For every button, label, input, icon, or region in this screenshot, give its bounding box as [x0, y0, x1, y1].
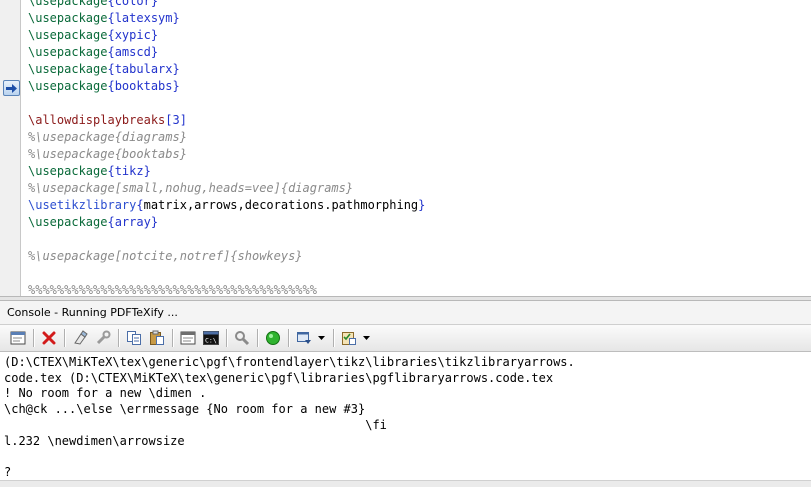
code-token: \usepackage	[28, 215, 108, 229]
code-token: \allowdisplaybreaks	[28, 113, 166, 127]
find-icon[interactable]	[232, 328, 252, 348]
code-token: \usepackage	[28, 45, 108, 59]
code-line[interactable]: %\usepackage[notcite,notref]{showkeys}	[28, 248, 303, 265]
console-line: code.tex (D:\CTEX\MiKTeX\tex\generic\pgf…	[4, 370, 554, 385]
code-token: %\usepackage[notcite,notref]{showkeys}	[28, 249, 303, 263]
code-line[interactable]: \usepackage{tabularx}	[28, 61, 180, 78]
console-output[interactable]: (D:\CTEX\MiKTeX\tex\generic\pgf\frontend…	[0, 352, 811, 480]
code-token: \usepackage	[28, 164, 108, 178]
code-token: \usepackage	[28, 11, 108, 25]
code-line[interactable]: \usepackage{latexsym}	[28, 10, 180, 27]
code-line[interactable]: \allowdisplaybreaks[3]	[28, 112, 187, 129]
code-token: {	[136, 198, 144, 212]
code-line[interactable]: \usetikzlibrary{matrix,arrows,decoration…	[28, 197, 425, 214]
code-token: \usetikzlibrary	[28, 198, 137, 212]
code-line[interactable]: \usepackage{amscd}	[28, 44, 158, 61]
code-token: matrix,arrows,decorations.pathmorphing	[143, 198, 419, 212]
clear-icon[interactable]	[70, 328, 90, 348]
horizontal-scrollbar[interactable]	[0, 480, 811, 487]
code-token: {array}	[107, 215, 159, 229]
copy-icon[interactable]	[124, 328, 144, 348]
toolbar-separator	[64, 329, 65, 347]
dropdown-icon[interactable]	[317, 328, 325, 348]
editor-gutter[interactable]	[0, 0, 21, 296]
code-token: {tikz}	[107, 164, 151, 178]
code-line[interactable]: %%%%%%%%%%%%%%%%%%%%%%%%%%%%%%%%%%%%%%%%	[28, 282, 317, 296]
console-title: Console - Running PDFTeXify ...	[0, 301, 811, 325]
code-token: %\usepackage{booktabs}	[28, 147, 187, 161]
paste-icon[interactable]	[147, 328, 167, 348]
console-line: (D:\CTEX\MiKTeX\tex\generic\pgf\frontend…	[4, 355, 575, 369]
code-line[interactable]: \usepackage{color}	[28, 0, 158, 10]
console-line: ! No room for a new \dimen .	[4, 386, 207, 401]
source-editor[interactable]: \usepackage{color} \usepackage{latexsym} \…	[0, 0, 811, 296]
log-icon[interactable]	[178, 328, 198, 348]
toolbar-separator	[118, 329, 119, 347]
code-token: %\usepackage[small,nohug,heads=vee]{diag…	[28, 181, 354, 195]
options-icon[interactable]	[93, 328, 113, 348]
console-line: ?	[4, 464, 12, 479]
code-line[interactable]: \usepackage{xypic}	[28, 27, 158, 44]
stop-icon[interactable]	[39, 328, 59, 348]
code-token: \usepackage	[28, 62, 108, 76]
code-token: {booktabs}	[107, 79, 180, 93]
console-line: \fi	[4, 417, 387, 432]
code-line[interactable]: \usepackage{tikz}	[28, 163, 151, 180]
console-window-icon[interactable]	[8, 328, 28, 348]
code-line[interactable]: \usepackage{array}	[28, 214, 158, 231]
console-toolbar: C:\	[0, 325, 811, 352]
command-prompt-icon[interactable]: C:\	[201, 328, 221, 348]
code-token: {color}	[107, 0, 159, 8]
code-line[interactable]: %\usepackage[small,nohug,heads=vee]{diag…	[28, 180, 353, 197]
code-line[interactable]: %\usepackage{booktabs}	[28, 146, 187, 163]
toolbar-separator	[172, 329, 173, 347]
code-token: \usepackage	[28, 0, 108, 8]
svg-text:C:\: C:\	[205, 337, 217, 345]
code-token: \usepackage	[28, 79, 108, 93]
code-token: [3]	[165, 113, 187, 127]
checklist-icon[interactable]	[339, 328, 359, 348]
code-token: %%%%%%%%%%%%%%%%%%%%%%%%%%%%%%%%%%%%%%%%	[28, 283, 317, 296]
code-line[interactable]: %\usepackage{diagrams}	[28, 129, 187, 146]
code-token: %\usepackage{diagrams}	[28, 130, 187, 144]
console-line: \ch@ck ...\else \errmessage {No room for…	[4, 402, 366, 417]
code-token: {xypic}	[107, 28, 159, 42]
go-icon[interactable]	[263, 328, 283, 348]
code-token: }	[418, 198, 426, 212]
code-token: \usepackage	[28, 28, 108, 42]
code-token: {tabularx}	[107, 62, 180, 76]
current-line-marker-icon	[3, 80, 20, 96]
toolbar-separator	[33, 329, 34, 347]
output-profile-icon[interactable]	[294, 328, 314, 348]
console-line: l.232 \newdimen\arrowsize	[4, 433, 185, 448]
code-token: {latexsym}	[107, 11, 180, 25]
toolbar-separator	[288, 329, 289, 347]
toolbar-separator	[333, 329, 334, 347]
toolbar-separator	[257, 329, 258, 347]
code-token: {amscd}	[107, 45, 159, 59]
toolbar-separator	[226, 329, 227, 347]
code-line[interactable]: \usepackage{booktabs}	[28, 78, 180, 95]
dropdown-icon[interactable]	[362, 328, 370, 348]
